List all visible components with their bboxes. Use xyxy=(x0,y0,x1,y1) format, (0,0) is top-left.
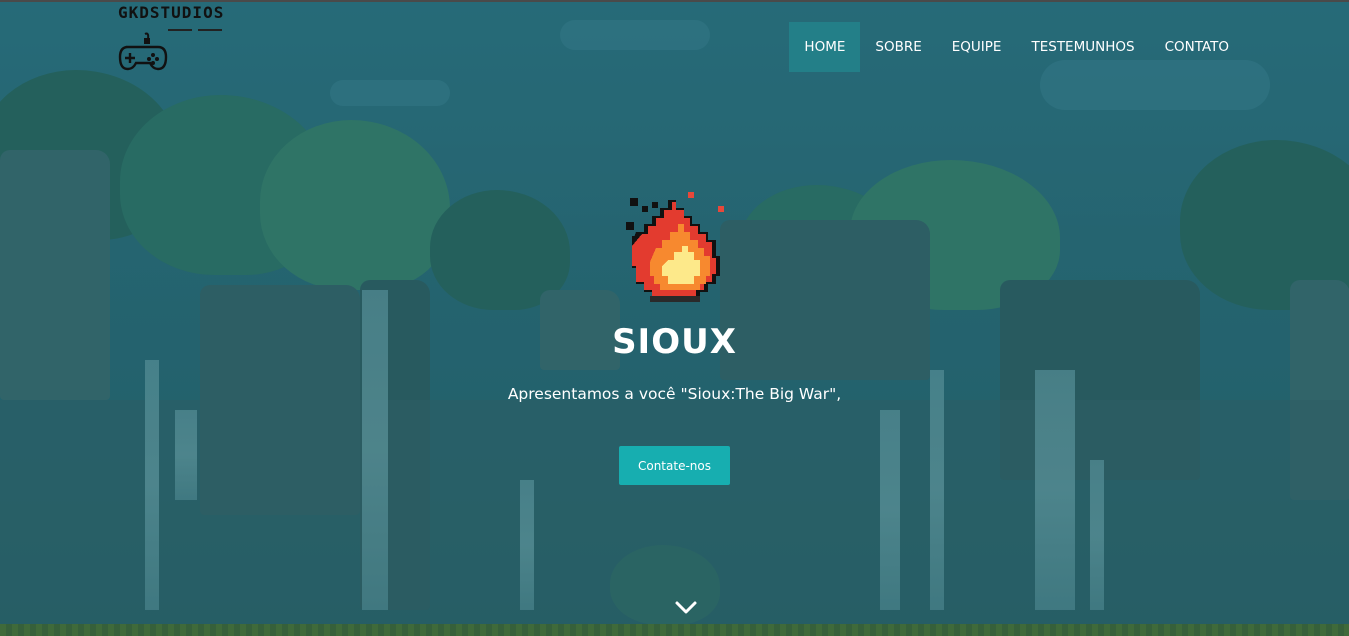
nav-home[interactable]: HOME xyxy=(789,22,861,72)
gamepad-icon xyxy=(118,32,168,71)
hero-subtitle: Apresentamos a você "Sioux:The Big War", xyxy=(507,385,842,403)
ground-strip xyxy=(0,624,1349,636)
background-scene xyxy=(0,0,1349,636)
logo-divider xyxy=(198,29,222,31)
fire-icon xyxy=(626,192,724,302)
main-nav: HOME SOBRE EQUIPE TESTEMUNHOS CONTATO xyxy=(789,22,1244,72)
top-border xyxy=(0,0,1349,2)
nav-contato[interactable]: CONTATO xyxy=(1150,22,1244,72)
brand-name: GKDSTUDIOS xyxy=(118,3,225,22)
contact-button[interactable]: Contate-nos xyxy=(619,446,730,485)
color-overlay xyxy=(0,0,1349,636)
page: GKDSTUDIOS HOME SOBRE EQUIPE TESTEMUNHOS… xyxy=(0,0,1349,636)
chevron-down-icon[interactable] xyxy=(674,600,698,616)
nav-sobre[interactable]: SOBRE xyxy=(860,22,936,72)
nav-testemunhos[interactable]: TESTEMUNHOS xyxy=(1016,22,1149,72)
hero-title: SIOUX xyxy=(612,322,737,362)
logo-divider xyxy=(168,29,192,31)
nav-equipe[interactable]: EQUIPE xyxy=(937,22,1017,72)
brand-logo[interactable]: GKDSTUDIOS xyxy=(118,3,244,75)
